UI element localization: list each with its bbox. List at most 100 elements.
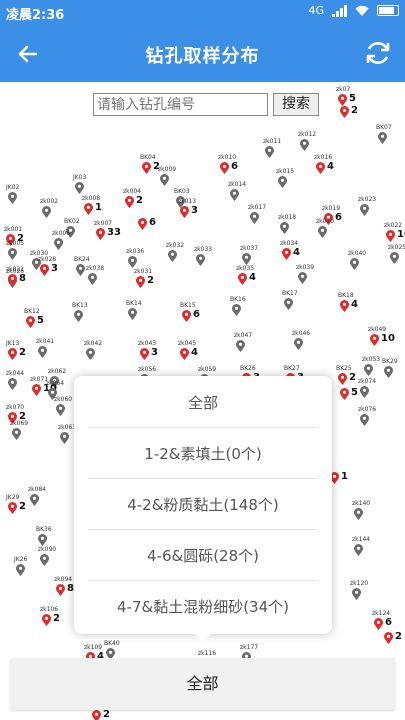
map-pin-icon xyxy=(340,106,349,118)
borehole-label: BK13 xyxy=(72,302,88,309)
borehole-label: zk035 xyxy=(236,265,255,272)
popup-option-all[interactable]: 全部 xyxy=(88,378,318,428)
map-pin-icon xyxy=(30,494,39,506)
borehole-label: JK13 xyxy=(6,340,20,347)
map-pin-icon xyxy=(60,432,69,444)
borehole-label: BK14 xyxy=(126,300,142,307)
borehole-label: zk069 xyxy=(10,420,29,427)
map-pin-icon xyxy=(8,192,17,204)
search-input[interactable] xyxy=(93,93,268,116)
map-pin-icon xyxy=(300,139,309,151)
map-pin-icon xyxy=(32,384,41,396)
map-pin-icon xyxy=(38,346,47,358)
borehole-label: zk144 xyxy=(352,536,371,543)
sample-count: 2 xyxy=(395,631,402,642)
borehole-label: zk090 xyxy=(38,546,57,553)
map-pin-icon xyxy=(294,338,303,350)
map-pin-icon xyxy=(386,230,395,242)
sample-count: 4 xyxy=(293,247,300,258)
borehole-label: BK18 xyxy=(338,292,354,299)
borehole-label: zk120 xyxy=(350,580,369,587)
borehole-label: zk031 xyxy=(134,268,153,275)
borehole-label: zk020 xyxy=(316,218,335,225)
popup-option-1-2[interactable]: 1-2&素填土(0个) xyxy=(88,429,318,479)
map-pin-icon xyxy=(75,182,84,194)
borehole-label: zk023 xyxy=(358,196,377,203)
map-pin-icon xyxy=(350,258,359,270)
sample-count: 2 xyxy=(53,613,60,624)
app-bar: 钻孔取样分布 xyxy=(0,26,405,82)
sample-count: 2 xyxy=(19,347,26,358)
borehole-label: zk044 xyxy=(6,370,25,377)
map-pin-icon xyxy=(8,502,17,514)
map-pin-icon xyxy=(236,340,245,352)
map-pin-icon xyxy=(340,388,349,400)
network-type: 4G xyxy=(308,4,324,17)
borehole-label: zk025 xyxy=(388,244,405,251)
popup-option-4-7[interactable]: 4-7&黏土混粉细砂(34个) xyxy=(88,582,318,632)
map-pin-icon xyxy=(76,264,85,276)
map-pin-icon xyxy=(280,222,289,234)
sample-count: 6 xyxy=(335,212,342,223)
popup-option-4-6[interactable]: 4-6&圆砾(28个) xyxy=(88,531,318,581)
map-pin-icon xyxy=(56,404,65,416)
wifi-icon xyxy=(355,5,369,16)
sample-count: 33 xyxy=(107,227,121,238)
borehole-label: zk032 xyxy=(166,242,185,249)
borehole-label: zk059 xyxy=(198,366,217,373)
map-pin-icon xyxy=(338,373,347,385)
sample-count: 3 xyxy=(191,205,198,216)
borehole-label: zk076 xyxy=(358,406,377,413)
map-pin-icon xyxy=(92,710,101,720)
refresh-icon[interactable] xyxy=(363,38,393,68)
borehole-label: zk014 xyxy=(228,181,247,188)
sample-count: 3 xyxy=(51,263,58,274)
borehole-label: zk016 xyxy=(314,154,333,161)
borehole-label: zk012 xyxy=(298,131,317,138)
borehole-label: zk140 xyxy=(352,500,371,507)
map-pin-icon xyxy=(282,248,291,260)
borehole-label: BK27 xyxy=(284,365,300,372)
map-pin-icon xyxy=(265,146,274,158)
filter-all-button[interactable]: 全部 xyxy=(10,658,395,710)
map-pin-icon xyxy=(86,348,95,360)
popup-option-4-2[interactable]: 4-2&粉质黏土(148个) xyxy=(88,480,318,530)
borehole-label: zk043 xyxy=(138,340,157,347)
borehole-label: zk07 xyxy=(336,86,351,93)
map-pin-icon xyxy=(220,162,229,174)
map-pin-icon xyxy=(284,298,293,310)
borehole-label: zk084 xyxy=(28,486,47,493)
borehole-label: zk018 xyxy=(278,214,297,221)
borehole-label: zk124 xyxy=(372,610,391,617)
sample-count: 4 xyxy=(351,299,358,310)
map-pin-icon xyxy=(160,174,169,186)
map-pin-icon xyxy=(390,252,399,264)
map-pin-icon xyxy=(354,544,363,556)
map-pin-icon xyxy=(74,310,83,322)
map-pin-icon xyxy=(38,534,47,546)
search-button[interactable]: 搜索 xyxy=(273,93,319,116)
map-pin-icon xyxy=(278,176,287,188)
sample-count: 8 xyxy=(67,583,74,594)
borehole-label: zk106 xyxy=(40,606,59,613)
borehole-label: zk017 xyxy=(248,204,267,211)
signal-icon xyxy=(332,4,347,17)
map-pin-icon xyxy=(168,250,177,262)
borehole-label: BK16 xyxy=(230,296,246,303)
map-pin-icon xyxy=(84,203,93,215)
popup-arrow xyxy=(195,634,211,642)
status-icons: 4G xyxy=(308,4,399,17)
map-pin-icon xyxy=(182,310,191,322)
borehole-label: zk064 xyxy=(46,380,65,387)
sample-count: 2 xyxy=(351,105,358,116)
status-time: 凌晨2:36 xyxy=(6,8,65,23)
map-pin-icon xyxy=(242,253,251,265)
borehole-label: BK29 xyxy=(382,358,398,365)
map-pin-icon xyxy=(374,618,383,630)
battery-icon xyxy=(377,5,399,16)
borehole-label: zk005 xyxy=(6,240,25,247)
sample-count: 5 xyxy=(349,93,356,104)
map-pin-icon xyxy=(180,348,189,360)
map-pin-icon xyxy=(180,206,189,218)
map-pin-icon xyxy=(250,212,259,224)
